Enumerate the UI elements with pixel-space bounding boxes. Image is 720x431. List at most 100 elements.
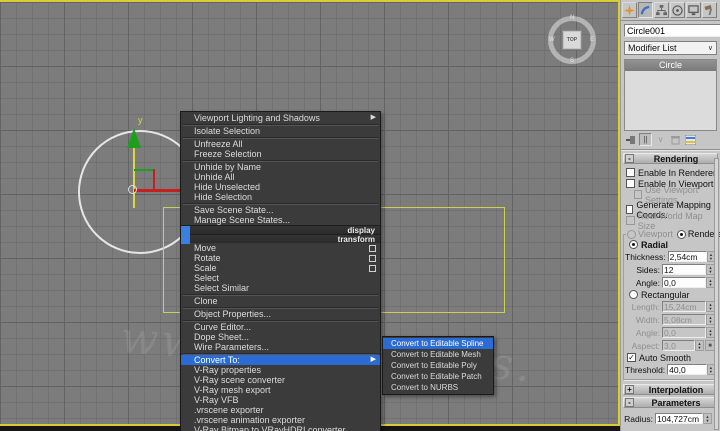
y-axis-line[interactable]	[133, 144, 135, 208]
length-field: 15,24cm	[662, 301, 706, 312]
y-axis-arrow-icon[interactable]	[127, 128, 141, 148]
tab-create[interactable]	[622, 2, 637, 18]
tab-hierarchy[interactable]	[654, 2, 669, 18]
remove-modifier-button[interactable]	[669, 133, 682, 146]
sides-field[interactable]: 12	[662, 264, 706, 275]
menu-item-viewport-lighting[interactable]: Viewport Lighting and Shadows ▶	[181, 113, 380, 123]
menu-item-dope-sheet[interactable]: Dope Sheet...	[181, 332, 380, 342]
submenu-item-editable-mesh[interactable]: Convert to Editable Mesh	[383, 349, 493, 360]
menu-item-save-scene-state[interactable]: Save Scene State...	[181, 205, 380, 215]
menu-item-object-properties[interactable]: Object Properties...	[181, 309, 380, 319]
menu-item-move[interactable]: Move	[181, 243, 380, 253]
menu-item-vray-mesh-export[interactable]: V-Ray mesh export	[181, 385, 380, 395]
menu-item-select[interactable]: Select	[181, 273, 380, 283]
menu-item-isolate-selection[interactable]: Isolate Selection	[181, 126, 380, 136]
x-axis-line[interactable]	[134, 189, 180, 192]
show-end-result-button[interactable]: ||	[639, 133, 652, 146]
viewcube-top-face[interactable]: TOP	[562, 30, 582, 50]
menu-item-unhide-all[interactable]: Unhide All	[181, 172, 380, 182]
tab-modify[interactable]	[638, 2, 653, 18]
quad-header-display[interactable]: display	[181, 225, 380, 234]
menu-item-rotate[interactable]: Rotate	[181, 253, 380, 263]
viewport-renderer-radio-group: Viewport Renderer	[626, 229, 720, 239]
panel-divider	[621, 149, 720, 151]
expand-icon: +	[625, 385, 634, 394]
submenu-item-editable-poly[interactable]: Convert to Editable Poly	[383, 360, 493, 371]
menu-item-unfreeze-all[interactable]: Unfreeze All	[181, 139, 380, 149]
viewcube[interactable]: N E S W TOP	[548, 16, 596, 64]
configure-sets-icon	[685, 135, 696, 145]
tab-display[interactable]	[686, 2, 701, 18]
aspect-row: Aspect: 3,0 ▲▼ ■	[625, 339, 716, 352]
submenu-item-editable-spline[interactable]: Convert to Editable Spline	[383, 338, 493, 349]
stack-item-circle[interactable]: Circle	[625, 60, 716, 71]
xy-plane-handle-green[interactable]	[134, 169, 154, 171]
settings-box-icon[interactable]	[369, 265, 376, 272]
menu-item-vray-vfb[interactable]: V-Ray VFB	[181, 395, 380, 405]
pin-stack-button[interactable]	[624, 133, 637, 146]
renderer-radio[interactable]	[677, 230, 686, 239]
menu-item-vrscene-animation-exporter[interactable]: .vrscene animation exporter	[181, 415, 380, 425]
submenu-item-editable-patch[interactable]: Convert to Editable Patch	[383, 371, 493, 382]
width-field: 5,08cm	[662, 314, 706, 325]
modifier-list-dropdown[interactable]: Modifier List ∨	[624, 41, 717, 55]
aspect-field: 3,0	[662, 340, 695, 351]
angle-field[interactable]: 0,0	[662, 277, 706, 288]
menu-item-unhide-by-name[interactable]: Unhide by Name	[181, 162, 380, 172]
modify-icon	[640, 5, 651, 16]
threshold-field[interactable]: 40,0	[667, 364, 707, 375]
tab-motion[interactable]	[670, 2, 685, 18]
quad-accent-square	[181, 235, 190, 244]
rendering-rollout-header[interactable]: - Rendering	[623, 153, 718, 164]
menu-item-wire-parameters[interactable]: Wire Parameters...	[181, 342, 380, 352]
auto-smooth-checkbox[interactable]: ✓	[627, 353, 636, 362]
menu-item-hide-unselected[interactable]: Hide Unselected	[181, 182, 380, 192]
make-unique-button[interactable]: ∨	[654, 133, 667, 146]
thickness-field[interactable]: 2,54cm	[668, 251, 707, 262]
radial-radio[interactable]	[629, 240, 638, 249]
menu-item-select-similar[interactable]: Select Similar	[181, 283, 380, 293]
viewport-radio[interactable]	[627, 230, 636, 239]
enable-in-renderer-row: Enable In Renderer	[621, 167, 720, 178]
settings-box-icon[interactable]	[369, 255, 376, 262]
submenu-arrow-icon: ▶	[371, 355, 376, 365]
quad-header-transform[interactable]: transform	[181, 234, 380, 243]
enable-in-renderer-checkbox[interactable]	[626, 168, 635, 177]
panel-scrollbar[interactable]	[714, 158, 719, 430]
radius-field[interactable]: 104,727cm	[655, 413, 703, 424]
menu-item-curve-editor[interactable]: Curve Editor...	[181, 322, 380, 332]
display-icon	[688, 5, 699, 16]
xy-plane-handle-red[interactable]	[153, 169, 155, 191]
menu-item-vrscene-exporter[interactable]: .vrscene exporter	[181, 405, 380, 415]
generate-mapping-checkbox[interactable]	[626, 205, 633, 214]
real-world-map-checkbox	[626, 216, 635, 225]
rectangular-radio[interactable]	[629, 290, 638, 299]
tab-utilities[interactable]	[702, 2, 717, 18]
menu-item-freeze-selection[interactable]: Freeze Selection	[181, 149, 380, 159]
width-row: Width: 5,08cm ▲▼	[625, 313, 716, 326]
rendering-rollout-body: Enable In Renderer Enable In Viewport Us…	[621, 164, 720, 380]
aspect-spinner: ▲▼	[695, 340, 704, 351]
menu-item-scale[interactable]: Scale	[181, 263, 380, 273]
parameters-rollout-header[interactable]: - Parameters	[623, 397, 718, 408]
menu-item-hide-selection[interactable]: Hide Selection	[181, 192, 380, 202]
submenu-item-nurbs[interactable]: Convert to NURBS	[383, 382, 493, 393]
pivot-circle	[128, 185, 137, 194]
menu-item-clone[interactable]: Clone	[181, 296, 380, 306]
context-menu: Viewport Lighting and Shadows ▶ Isolate …	[180, 111, 381, 431]
interpolation-rollout-header[interactable]: + Interpolation	[623, 384, 718, 395]
settings-box-icon[interactable]	[369, 245, 376, 252]
radius-spinner[interactable]: ▲▼	[703, 413, 712, 424]
menu-item-vray-bitmap-converter[interactable]: V-Ray Bitmap to VRayHDRI converter	[181, 425, 380, 431]
enable-in-viewport-checkbox[interactable]	[626, 179, 635, 188]
menu-item-vray-scene-converter[interactable]: V-Ray scene converter	[181, 375, 380, 385]
object-name-field[interactable]	[624, 24, 720, 37]
collapse-icon: -	[625, 154, 634, 163]
viewcube-east-label: E	[590, 37, 594, 43]
radius-row: Radius: 104,727cm ▲▼	[621, 412, 720, 425]
menu-item-manage-scene-states[interactable]: Manage Scene States...	[181, 215, 380, 225]
menu-item-vray-properties[interactable]: V-Ray properties	[181, 365, 380, 375]
configure-modifier-sets-button[interactable]	[684, 133, 697, 146]
modifier-stack: Circle	[624, 59, 717, 131]
menu-item-convert-to[interactable]: Convert To: ▶	[181, 355, 380, 365]
